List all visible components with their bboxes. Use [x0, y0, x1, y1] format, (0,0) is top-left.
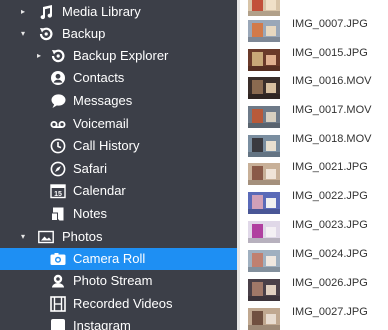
backup-icon [50, 48, 66, 64]
file-name: IMG_0017.MOV [292, 104, 372, 116]
expand-caret[interactable]: ▸ [17, 1, 29, 23]
collapse-caret[interactable]: ▾ [17, 226, 29, 248]
file-name: IMG_0018.MOV [292, 133, 372, 145]
notes-icon [50, 206, 66, 222]
tree-item-backup-explorer[interactable]: ▸ Backup Explorer [0, 45, 237, 67]
file-name: IMG_0027.JPG [292, 306, 368, 318]
photo-thumbnail [248, 279, 280, 301]
tree-item-label: Photos [62, 229, 103, 244]
sidebar-tree: ▸ Media Library ▾ Backup ▸ Backup Explor… [0, 0, 237, 330]
tree-item-label: Calendar [73, 183, 126, 198]
calendar-icon: 15 [50, 183, 66, 199]
video-thumbnail [248, 77, 280, 99]
photo-thumbnail [248, 308, 280, 330]
photo-thumbnail [248, 192, 280, 214]
file-name: IMG_0021.JPG [292, 161, 368, 173]
contact-icon [50, 70, 66, 86]
video-thumbnail [248, 106, 280, 128]
file-name: IMG_0024.JPG [292, 248, 368, 260]
tree-item-photo-stream[interactable]: Photo Stream [0, 270, 237, 292]
video-thumbnail [248, 135, 280, 157]
tree-item-label: Photo Stream [73, 273, 153, 288]
camera-icon [50, 251, 66, 267]
photo-thumbnail [248, 49, 280, 71]
calendar-day-number: 15 [54, 191, 62, 198]
tree-item-label: Recorded Videos [73, 296, 173, 311]
tree-item-recorded-videos[interactable]: Recorded Videos [0, 293, 237, 315]
tree-item-label: Safari [73, 161, 107, 176]
file-name: IMG_0026.JPG [292, 277, 368, 289]
photo-thumbnail [248, 20, 280, 42]
photo-stream-icon [50, 273, 66, 289]
tree-item-label: Voicemail [73, 116, 129, 131]
file-name: IMG_0022.JPG [292, 190, 368, 202]
backup-icon [38, 26, 54, 42]
tree-item-contacts[interactable]: Contacts [0, 67, 237, 89]
tree-item-voicemail[interactable]: Voicemail [0, 113, 237, 135]
tree-item-label: Call History [73, 138, 140, 153]
message-icon [50, 93, 66, 109]
photo-thumbnail [248, 163, 280, 185]
tree-item-label: Contacts [73, 70, 125, 85]
file-list: IMG_0007.JPG IMG_0015.JPG IMG_0016.MOV I… [240, 0, 388, 330]
tree-item-label: Backup [62, 26, 106, 41]
file-name: IMG_0007.JPG [292, 18, 368, 30]
tree-item-label: Camera Roll [73, 251, 146, 266]
music-note-icon [38, 4, 54, 20]
instagram-icon [50, 318, 66, 330]
tree-item-label: Media Library [62, 4, 141, 19]
photo-thumbnail [248, 221, 280, 243]
tree-item-label: Messages [73, 93, 133, 108]
tree-item-media-library[interactable]: ▸ Media Library [0, 1, 237, 23]
tree-item-photos[interactable]: ▾ Photos [0, 226, 237, 248]
film-icon [50, 296, 66, 312]
clock-icon [50, 138, 66, 154]
file-name: IMG_0023.JPG [292, 219, 368, 231]
collapse-caret[interactable]: ▾ [17, 23, 29, 45]
tree-item-messages[interactable]: Messages [0, 90, 237, 112]
file-name: IMG_0016.MOV [292, 75, 372, 87]
tree-item-call-history[interactable]: Call History [0, 135, 237, 157]
file-name: IMG_0015.JPG [292, 47, 368, 59]
tree-item-backup[interactable]: ▾ Backup [0, 23, 237, 45]
compass-icon [50, 161, 66, 177]
photo-thumbnail [248, 250, 280, 272]
tree-item-label: Instagram [73, 318, 131, 330]
tree-item-instagram[interactable]: Instagram [0, 315, 237, 330]
tree-item-safari[interactable]: Safari [0, 158, 237, 180]
voicemail-icon [50, 116, 66, 132]
expand-caret[interactable]: ▸ [33, 45, 45, 67]
tree-item-label: Notes [73, 206, 107, 221]
file-row[interactable]: IMG_0027.JPG [240, 302, 388, 330]
tree-item-camera-roll[interactable]: Camera Roll [0, 248, 237, 270]
tree-item-label: Backup Explorer [73, 48, 169, 63]
tree-item-calendar[interactable]: 15 Calendar [0, 180, 237, 202]
tree-item-notes[interactable]: Notes [0, 203, 237, 225]
photos-icon [38, 229, 54, 245]
